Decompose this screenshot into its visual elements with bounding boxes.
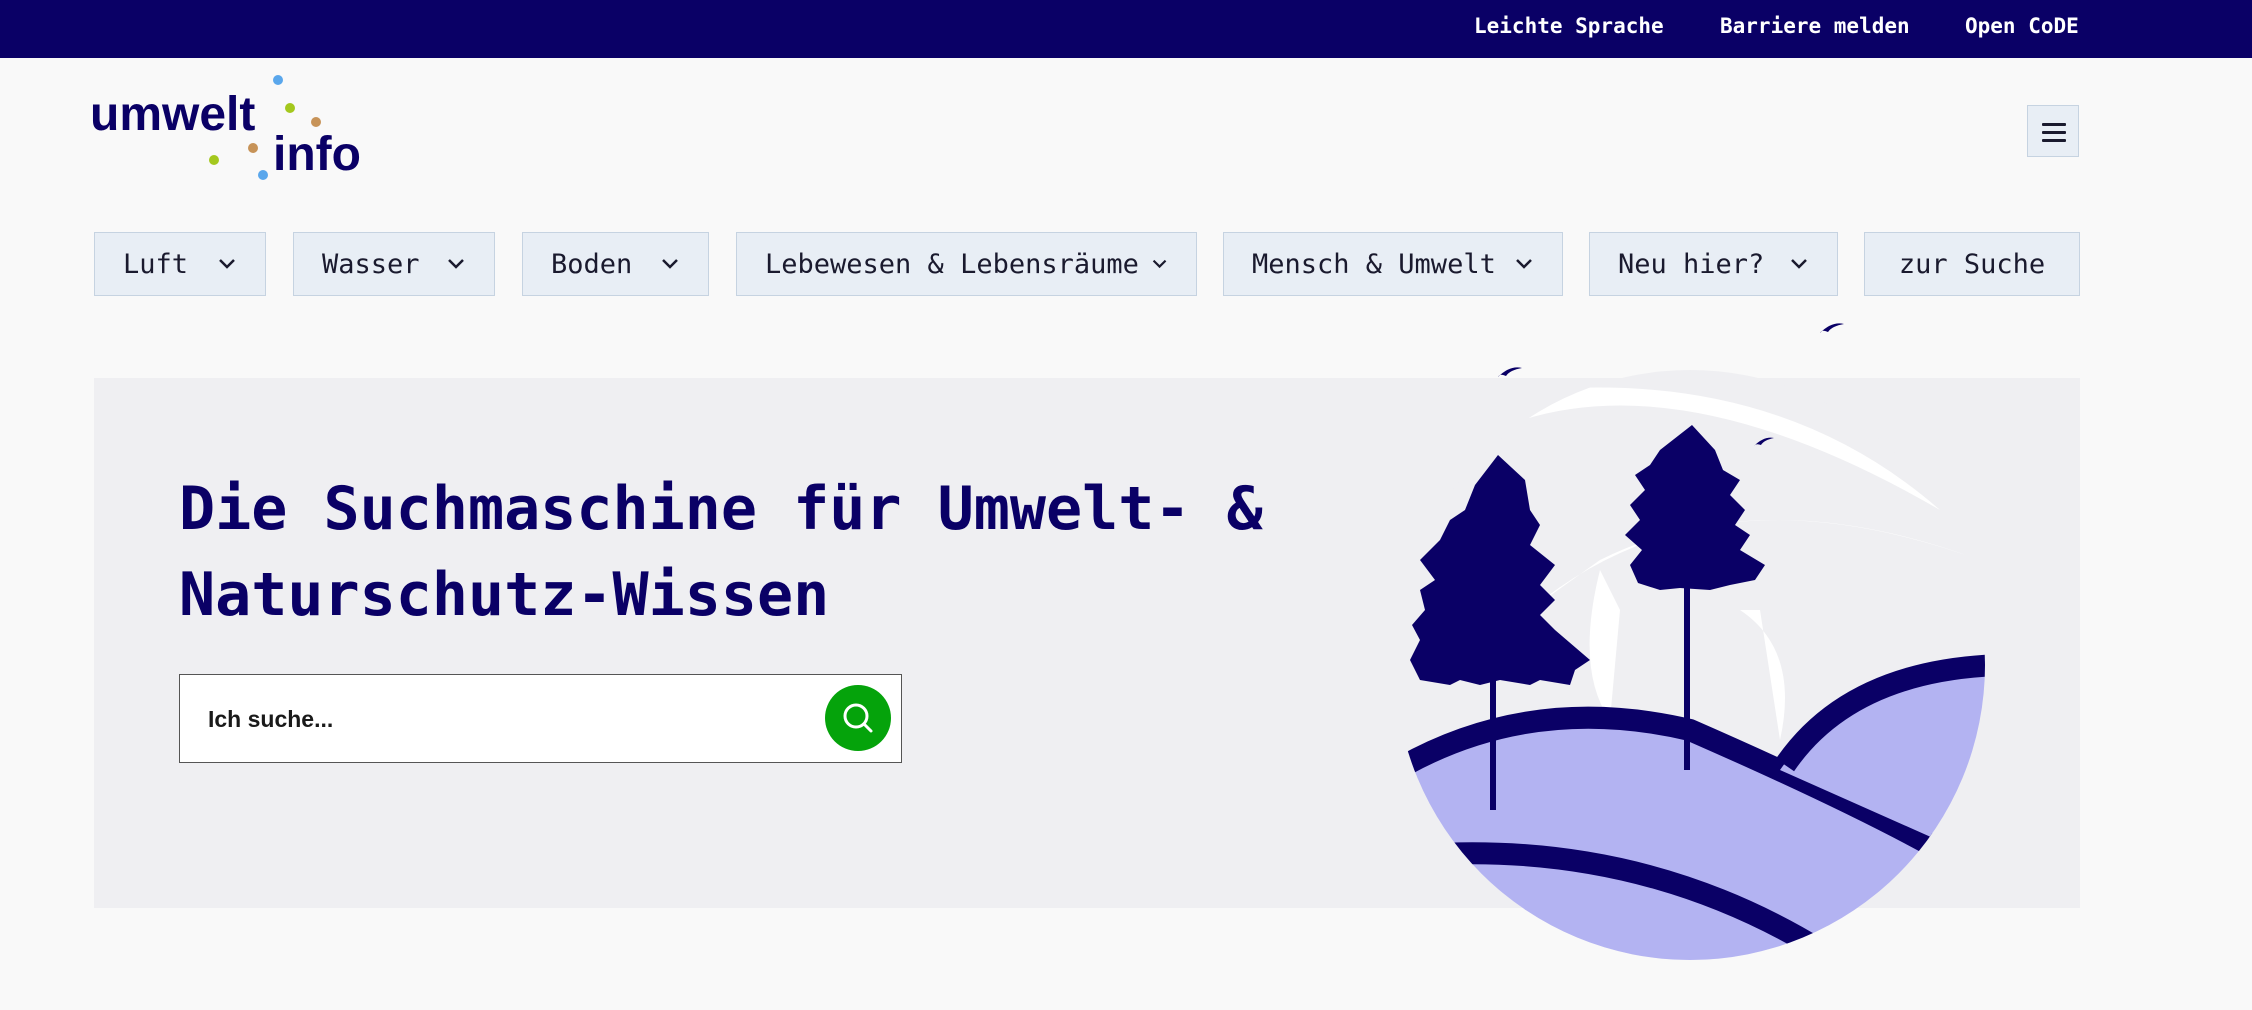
bird-icon [1820, 323, 1844, 333]
nav-item-luft[interactable]: Luft [94, 232, 266, 296]
link-barriere-melden[interactable]: Barriere melden [1720, 14, 1910, 38]
search-button[interactable] [825, 685, 891, 751]
chevron-down-icon [219, 259, 235, 269]
bird-icon [1498, 367, 1522, 377]
nav-item-label: Lebewesen & Lebensräume [765, 248, 1139, 280]
chevron-down-icon [662, 259, 678, 269]
nav-item-label: Mensch & Umwelt [1252, 248, 1496, 280]
site-logo[interactable]: umwelt info [88, 70, 388, 190]
logo-text-info: info [273, 128, 361, 181]
menu-button[interactable] [2027, 105, 2079, 157]
link-open-code[interactable]: Open CoDE [1965, 14, 2079, 38]
nav-item-label: Neu hier? [1618, 248, 1765, 280]
chevron-down-icon [1152, 259, 1167, 269]
nav-item-label: zur Suche [1898, 248, 2046, 280]
hero-illustration [1380, 310, 2020, 970]
nav-item-neu-hier[interactable]: Neu hier? [1589, 232, 1838, 296]
hero-title-line-2: Naturschutz-Wissen [179, 560, 830, 630]
nav-item-label: Boden [551, 248, 633, 280]
nav-item-zur-suche[interactable]: zur Suche [1864, 232, 2080, 296]
top-bar: Leichte Sprache Barriere melden Open CoD… [0, 0, 2252, 58]
nav-item-label: Wasser [322, 248, 420, 280]
search-input[interactable] [206, 695, 770, 743]
chevron-down-icon [448, 259, 464, 269]
hero-title-line-1: Die Suchmaschine für Umwelt- & [179, 474, 1263, 544]
nav-item-mensch-umwelt[interactable]: Mensch & Umwelt [1223, 232, 1563, 296]
nav-item-lebewesen[interactable]: Lebewesen & Lebensräume [736, 232, 1197, 296]
nav-item-boden[interactable]: Boden [522, 232, 709, 296]
logo-text-umwelt: umwelt [90, 88, 255, 141]
nav-item-wasser[interactable]: Wasser [293, 232, 495, 296]
search-icon [843, 703, 873, 733]
link-leichte-sprache[interactable]: Leichte Sprache [1474, 14, 1664, 38]
search-box [179, 674, 902, 763]
chevron-down-icon [1791, 259, 1807, 269]
menu-icon [2042, 123, 2066, 126]
nav-item-label: Luft [123, 248, 189, 280]
chevron-down-icon [1516, 259, 1532, 269]
hero-title: Die Suchmaschine für Umwelt- & Naturschu… [179, 466, 1379, 638]
